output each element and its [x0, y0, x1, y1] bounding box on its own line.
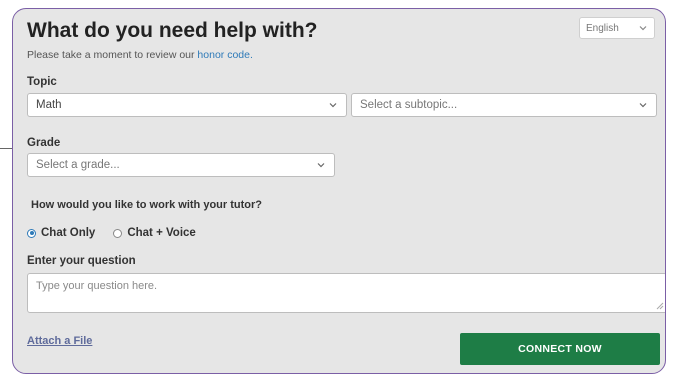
- attach-file-link[interactable]: Attach a File: [27, 335, 92, 347]
- subtopic-select-placeholder: Select a subtopic...: [360, 99, 458, 111]
- grade-select-placeholder: Select a grade...: [36, 159, 120, 171]
- radio-icon: [113, 228, 123, 238]
- grade-select[interactable]: Select a grade...: [27, 153, 335, 177]
- topic-select[interactable]: Math: [27, 93, 347, 117]
- radio-chat-voice[interactable]: Chat + Voice: [113, 227, 196, 239]
- language-select-value: English: [586, 22, 619, 34]
- honor-code-notice: Please take a moment to review our honor…: [27, 49, 253, 61]
- mode-question: How would you like to work with your tut…: [31, 199, 262, 211]
- topic-select-value: Math: [36, 99, 62, 111]
- language-select[interactable]: English: [579, 17, 655, 39]
- connect-now-button[interactable]: CONNECT NOW: [460, 333, 660, 365]
- question-input[interactable]: Type your question here.: [27, 273, 665, 313]
- mode-radio-group: Chat Only Chat + Voice: [27, 227, 214, 239]
- chevron-down-icon: [329, 103, 337, 108]
- tutor-request-form: What do you need help with? English Plea…: [12, 8, 666, 374]
- chevron-down-icon: [639, 26, 647, 31]
- subtopic-select[interactable]: Select a subtopic...: [351, 93, 657, 117]
- form-title: What do you need help with?: [27, 19, 318, 42]
- chevron-down-icon: [639, 103, 647, 108]
- honor-code-link[interactable]: honor code.: [197, 49, 252, 61]
- chevron-down-icon: [317, 163, 325, 168]
- grade-label: Grade: [27, 137, 61, 149]
- honor-code-text: Please take a moment to review our: [27, 49, 195, 61]
- question-input-placeholder: Type your question here.: [36, 280, 158, 292]
- question-label: Enter your question: [27, 255, 136, 267]
- radio-icon: [27, 228, 36, 238]
- topic-label: Topic: [27, 76, 57, 88]
- radio-chat-only[interactable]: Chat Only: [27, 227, 95, 239]
- radio-chat-only-label: Chat Only: [41, 227, 96, 239]
- radio-chat-voice-label: Chat + Voice: [127, 227, 196, 239]
- resize-handle-icon[interactable]: [656, 302, 664, 310]
